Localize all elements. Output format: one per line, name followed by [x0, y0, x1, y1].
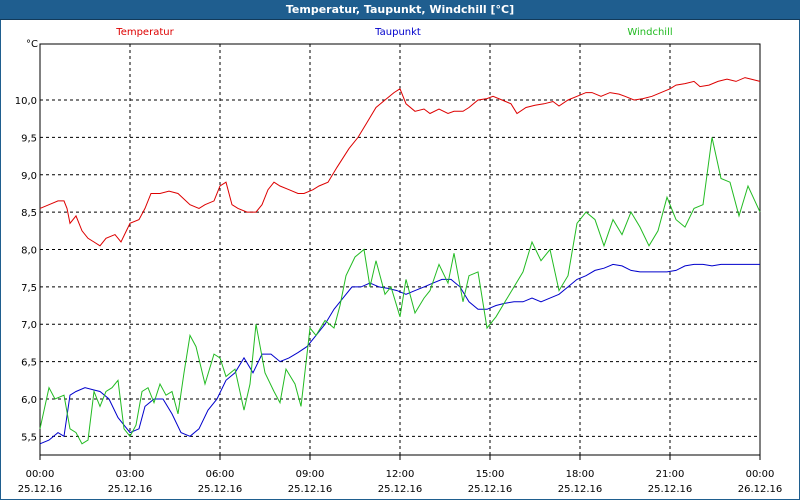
x-tick-date: 25.12.16	[378, 484, 423, 495]
x-tick-time: 15:00	[476, 469, 505, 480]
x-tick-time: 00:00	[746, 469, 775, 480]
y-tick-label: 6,5	[21, 358, 37, 369]
y-tick-label: 6,0	[21, 395, 37, 406]
x-tick-time: 09:00	[296, 469, 325, 480]
x-tick-time: 18:00	[566, 469, 595, 480]
y-tick-label: 8,0	[21, 246, 37, 257]
x-tick-date: 26.12.16	[738, 484, 783, 495]
x-tick-time: 12:00	[386, 469, 415, 480]
y-tick-label: 7,5	[21, 283, 37, 294]
x-tick-date: 25.12.16	[648, 484, 693, 495]
x-tick-time: 00:00	[26, 469, 55, 480]
x-tick-time: 06:00	[206, 469, 235, 480]
x-tick-date: 25.12.16	[558, 484, 603, 495]
chart-canvas: 5,5 6,0 6,5 7,0 7,5 8,0 8,5 9,0 9,5 10,0 00:00 25.1…	[15, 27, 783, 495]
legend-temperatur: Temperatur	[115, 27, 174, 38]
y-axis-label: °C	[26, 39, 38, 50]
x-tick-date: 25.12.16	[108, 484, 153, 495]
legend-windchill: Windchill	[627, 27, 672, 38]
y-tick-label: 9,5	[21, 133, 37, 144]
x-tick-time: 21:00	[656, 469, 685, 480]
x-tick-date: 25.12.16	[198, 484, 243, 495]
y-tick-label: 5,5	[21, 432, 37, 443]
y-tick-label: 7,0	[21, 320, 37, 331]
x-tick-date: 25.12.16	[288, 484, 333, 495]
y-tick-label: 8,5	[21, 208, 37, 219]
legend-taupunkt: Taupunkt	[374, 27, 421, 38]
x-tick-date: 25.12.16	[18, 484, 63, 495]
y-tick-label: 10,0	[15, 96, 37, 107]
y-tick-label: 9,0	[21, 171, 37, 182]
x-tick-date: 25.12.16	[468, 484, 513, 495]
x-tick-time: 03:00	[116, 469, 145, 480]
